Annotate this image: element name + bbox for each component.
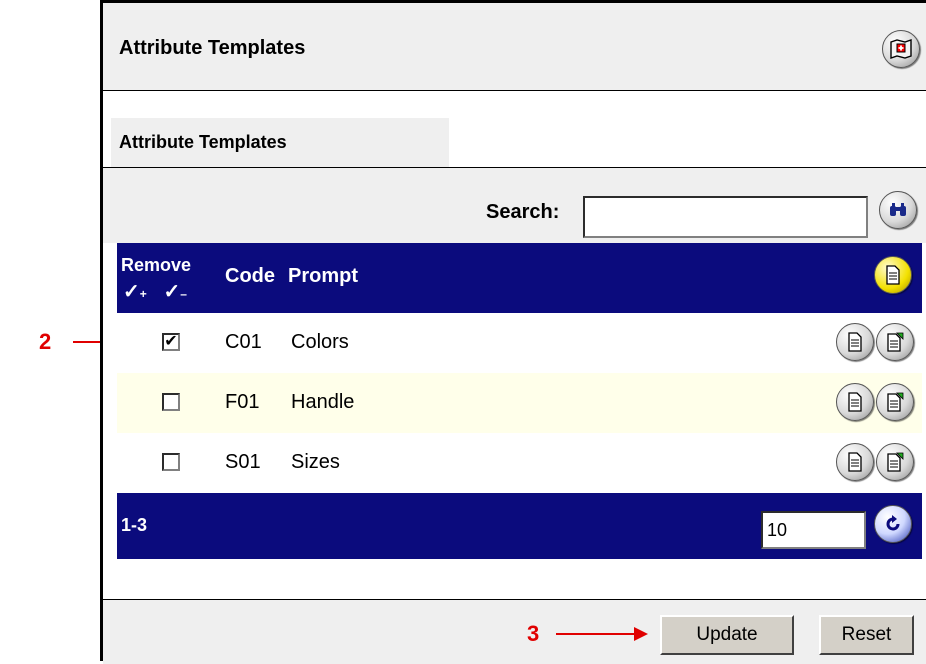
annotation-arrow-3 (556, 627, 648, 641)
view-button[interactable] (836, 323, 874, 361)
search-label: Search: (486, 201, 560, 223)
edit-button[interactable] (876, 383, 914, 421)
code-cell: S01 (225, 451, 261, 473)
view-document-icon (847, 392, 863, 412)
search-input[interactable] (583, 196, 868, 238)
reset-button[interactable]: Reset (819, 615, 914, 655)
view-document-icon (847, 452, 863, 472)
table-row: ✔ C01 Colors (117, 313, 922, 373)
search-bar: Search: (103, 168, 926, 243)
panel-header: Attribute Templates (103, 3, 926, 91)
code-cell: F01 (225, 391, 260, 413)
edit-document-icon (886, 332, 904, 352)
remove-column-header: Remove (121, 255, 192, 275)
check-toggle-group: ✓+ ✓– (123, 279, 187, 304)
edit-button[interactable] (876, 323, 914, 361)
remove-checkbox[interactable]: ✔ (162, 333, 180, 351)
page-size-input[interactable] (761, 511, 866, 549)
edit-document-icon (886, 392, 904, 412)
edit-button[interactable] (876, 443, 914, 481)
prompt-cell: Handle (291, 391, 355, 413)
code-column-header[interactable]: Code (225, 265, 275, 288)
annotation-step-2: 2 (39, 329, 52, 354)
table-row: S01 Sizes (117, 433, 922, 493)
check-all-link[interactable]: ✓+ (123, 281, 147, 303)
new-document-icon (885, 265, 901, 285)
tab-attribute-templates[interactable]: Attribute Templates (111, 118, 449, 167)
close-map-button[interactable] (882, 30, 920, 68)
attribute-templates-panel: Attribute Templates Attribute Templates … (100, 0, 926, 664)
uncheck-all-link[interactable]: ✓– (163, 281, 186, 303)
spacer (103, 559, 926, 599)
annotation-step-3: 3 (527, 621, 540, 646)
view-document-icon (847, 332, 863, 352)
table-header: Remove ✓+ ✓– Code Prompt (117, 243, 922, 313)
prompt-cell: Sizes (291, 451, 340, 473)
remove-checkbox[interactable] (162, 453, 180, 471)
add-template-button[interactable] (874, 256, 912, 294)
edit-document-icon (886, 452, 904, 472)
pagination-bar: 1-3 (117, 493, 922, 559)
code-cell: C01 (225, 331, 262, 353)
view-button[interactable] (836, 383, 874, 421)
record-range: 1-3 (121, 515, 148, 535)
view-button[interactable] (836, 443, 874, 481)
prompt-column-header[interactable]: Prompt (288, 265, 358, 288)
remove-checkbox[interactable] (162, 393, 180, 411)
prompt-cell: Colors (291, 331, 349, 353)
update-button[interactable]: Update (660, 615, 794, 655)
refresh-icon (883, 514, 903, 534)
close-map-icon (889, 38, 913, 60)
table-row: F01 Handle (117, 373, 922, 433)
refresh-button[interactable] (874, 505, 912, 543)
page-title: Attribute Templates (119, 37, 306, 59)
search-button[interactable] (879, 191, 917, 229)
binoculars-icon (888, 202, 908, 218)
form-footer: Update Reset (103, 600, 926, 664)
